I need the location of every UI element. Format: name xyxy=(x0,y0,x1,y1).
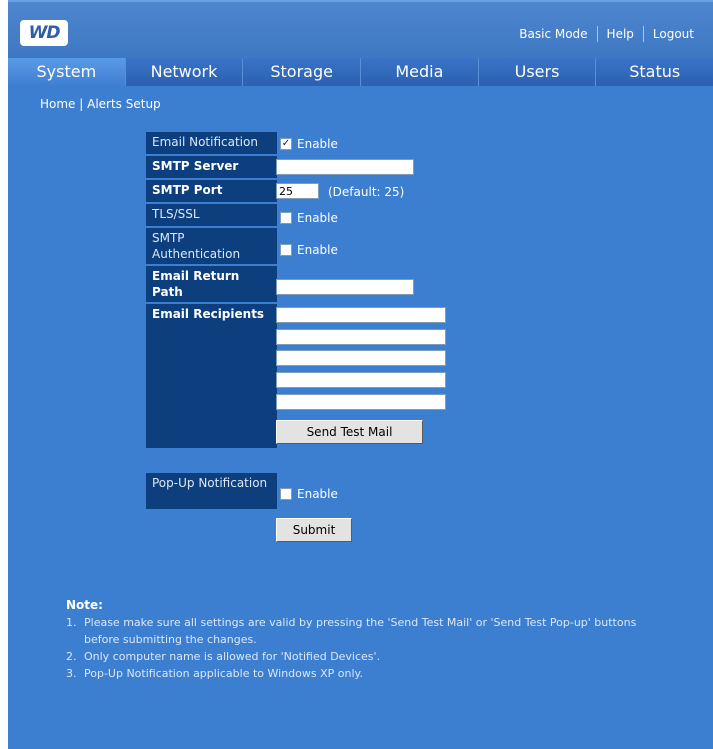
popup-notification-checkbox[interactable]: Enable xyxy=(280,487,338,501)
note-title: Note: xyxy=(66,598,103,612)
note-item: 2. Only computer name is allowed for 'No… xyxy=(66,650,381,663)
tab-media[interactable]: Media xyxy=(361,58,479,86)
enable-label: Enable xyxy=(297,137,338,151)
enable-label: Enable xyxy=(297,243,338,257)
smtp-auth-label: SMTP Authentication xyxy=(146,228,277,264)
email-recipient-input-5[interactable] xyxy=(276,394,446,410)
help-link[interactable]: Help xyxy=(598,27,643,41)
note-item-text: Pop-Up Notification applicable to Window… xyxy=(84,667,363,680)
note-item: 3. Pop-Up Notification applicable to Win… xyxy=(66,667,363,680)
enable-label: Enable xyxy=(297,211,338,225)
checkbox-checked-icon: ✓ xyxy=(280,138,292,150)
smtp-server-label: SMTP Server xyxy=(146,156,277,178)
note-section: Note: 1. Please make sure all settings a… xyxy=(66,597,666,682)
smtp-server-input[interactable] xyxy=(276,159,414,175)
smtp-port-hint: (Default: 25) xyxy=(328,185,405,199)
popup-notification-label: Pop-Up Notification xyxy=(146,473,277,509)
email-return-path-label: Email Return Path xyxy=(146,266,277,302)
email-return-path-input[interactable] xyxy=(276,279,414,295)
wd-logo: WD xyxy=(20,20,68,46)
send-test-mail-button[interactable]: Send Test Mail xyxy=(276,420,423,444)
note-item: 1. Please make sure all settings are val… xyxy=(66,614,666,648)
header-bar: WD Basic Mode Help Logout xyxy=(8,0,713,58)
email-recipient-input-3[interactable] xyxy=(276,350,446,366)
email-notification-label: Email Notification xyxy=(146,132,277,154)
email-recipient-input-1[interactable] xyxy=(276,307,446,323)
checkbox-icon xyxy=(280,488,292,500)
smtp-port-input[interactable] xyxy=(276,183,319,199)
email-notification-checkbox[interactable]: ✓ Enable xyxy=(280,137,338,151)
enable-label: Enable xyxy=(297,487,338,501)
checkbox-icon xyxy=(280,212,292,224)
main-nav: System Network Storage Media Users Statu… xyxy=(8,58,713,86)
top-links: Basic Mode Help Logout xyxy=(510,26,703,42)
basic-mode-link[interactable]: Basic Mode xyxy=(510,27,596,41)
note-item-text: Only computer name is allowed for 'Notif… xyxy=(84,650,381,663)
note-item-text: Please make sure all settings are valid … xyxy=(84,616,637,646)
email-recipient-input-4[interactable] xyxy=(276,372,446,388)
tab-status[interactable]: Status xyxy=(596,58,713,86)
smtp-port-label: SMTP Port xyxy=(146,180,277,202)
email-recipient-input-2[interactable] xyxy=(276,329,446,345)
checkbox-icon xyxy=(280,244,292,256)
page-frame: WD Basic Mode Help Logout System Network… xyxy=(8,0,713,749)
tab-network[interactable]: Network xyxy=(125,58,244,86)
tab-storage[interactable]: Storage xyxy=(243,58,362,86)
logout-link[interactable]: Logout xyxy=(644,27,703,41)
breadcrumb: Home | Alerts Setup xyxy=(40,97,161,111)
tab-users[interactable]: Users xyxy=(478,58,597,86)
tls-ssl-checkbox[interactable]: Enable xyxy=(280,211,338,225)
email-recipients-label: Email Recipients xyxy=(146,304,277,448)
tab-system[interactable]: System xyxy=(8,58,126,86)
submit-button[interactable]: Submit xyxy=(276,518,352,542)
smtp-auth-checkbox[interactable]: Enable xyxy=(280,243,338,257)
tls-ssl-label: TLS/SSL xyxy=(146,204,277,226)
